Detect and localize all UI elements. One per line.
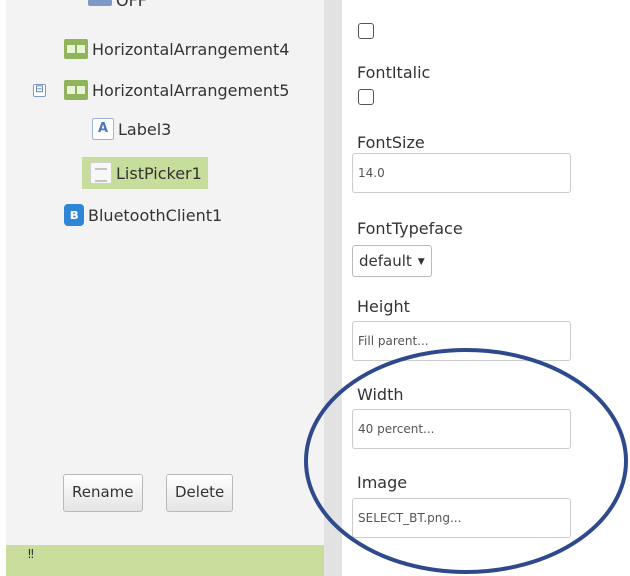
highlight-ellipse bbox=[304, 348, 628, 574]
highlight-ellipse-annotation bbox=[304, 348, 628, 574]
